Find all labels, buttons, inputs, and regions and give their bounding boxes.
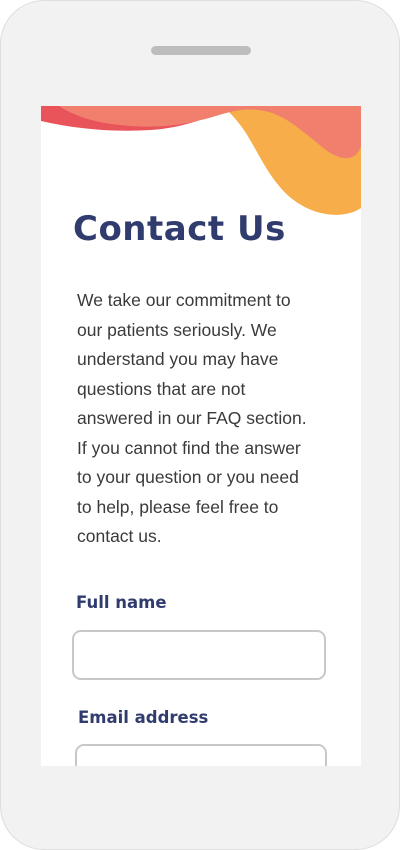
email-address-label: Email address: [78, 708, 209, 727]
full-name-input[interactable]: [72, 630, 326, 680]
email-address-input[interactable]: [75, 744, 327, 766]
header-wave-decoration: [41, 106, 361, 215]
contact-screen: Contact Us We take our commitment to our…: [41, 106, 361, 766]
phone-speaker: [151, 46, 251, 55]
full-name-label: Full name: [76, 593, 167, 612]
intro-paragraph: We take our commitment to our patients s…: [77, 290, 307, 546]
phone-frame: Contact Us We take our commitment to our…: [0, 0, 400, 850]
page-title: Contact Us: [73, 209, 286, 249]
